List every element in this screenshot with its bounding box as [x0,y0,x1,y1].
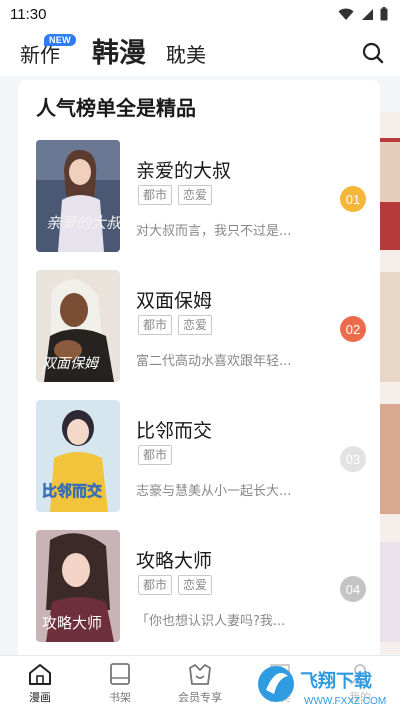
comic-title[interactable]: 攻略大师 [136,546,212,573]
tag[interactable]: 都市 [138,315,173,335]
search-icon[interactable] [360,40,386,66]
comic-title[interactable]: 亲爱的大叔 [136,156,231,183]
rank-item[interactable]: 双面保姆 双面保姆 都市 恋爱 富二代高动水喜欢跟年轻... 02 [36,270,372,382]
rank-badge: 01 [340,186,366,212]
watermark: 飞翔下载 WWW.FXXZ.COM [254,660,400,711]
svg-text:比邻而交: 比邻而交 [42,482,102,500]
tag-list: 都市 [138,445,173,465]
svg-text:双面保姆: 双面保姆 [42,356,100,372]
section-title: 人气榜单全是精品 [36,96,196,120]
tab-hanman[interactable]: 韩漫 [92,31,146,70]
svg-text:攻略大师: 攻略大师 [42,614,102,632]
comic-title[interactable]: 双面保姆 [136,286,212,313]
comic-description: 对大叔而言，我只不过是... [136,224,292,239]
tag[interactable]: 恋爱 [178,575,213,595]
new-badge: NEW [44,34,76,46]
book-icon [110,663,130,685]
rank-badge: 02 [340,316,366,342]
rank-item[interactable]: 比邻而交 比邻而交 都市 志豪与慧美从小一起长大... 03 [36,400,372,512]
tag[interactable]: 都市 [138,575,173,595]
rank-item[interactable]: 亲爱的大叔 亲爱的大叔 都市 恋爱 对大叔而言，我只不过是... 01 [36,140,372,252]
signal-icon [362,8,373,20]
battery-icon [380,7,388,21]
comic-description: 富二代高动水喜欢跟年轻... [136,354,292,369]
rank-item[interactable]: 攻略大师 攻略大师 都市 恋爱 「你也想认识人妻吗?我... 04 [36,530,372,642]
comic-cover[interactable]: 亲爱的大叔 [36,140,120,252]
tab-danmei[interactable]: 耽美 [166,39,206,68]
vip-icon [189,664,211,685]
nav-label: 书架 [109,691,131,704]
svg-text:WWW.FXXZ.COM: WWW.FXXZ.COM [304,696,386,707]
comic-description: 志豪与慧美从小一起长大... [136,484,292,499]
home-icon [29,664,51,685]
wifi-icon [338,8,354,20]
nav-label: 会员专享 [178,691,222,704]
status-time: 11:30 [10,5,47,23]
tag-list: 都市 恋爱 [138,185,213,205]
nav-label: 漫画 [29,691,51,704]
comic-cover[interactable]: 双面保姆 [36,270,120,382]
svg-text:亲爱的大叔: 亲爱的大叔 [46,214,120,232]
status-icons [338,7,388,21]
rank-badge: 03 [340,446,366,472]
comic-cover[interactable]: 比邻而交 [36,400,120,512]
comic-cover[interactable]: 攻略大师 [36,530,120,642]
nav-item-vip[interactable]: 会员专享 [165,662,235,705]
comic-description: 「你也想认识人妻吗?我... [136,614,286,629]
watermark-logo: 飞翔下载 WWW.FXXZ.COM [254,660,400,711]
tag[interactable]: 都市 [138,185,173,205]
ranking-card: 人气榜单全是精品 亲爱的大叔 亲爱的大叔 都市 恋爱 对大叔而言，我只不过是..… [18,80,380,660]
svg-text:飞翔下载: 飞翔下载 [300,670,372,692]
tag-list: 都市 恋爱 [138,575,213,595]
top-nav: 新作 NEW 韩漫 耽美 [0,28,400,76]
nav-item-bookshelf[interactable]: 书架 [85,662,155,705]
tag-list: 都市 恋爱 [138,315,213,335]
status-bar: 11:30 [0,0,400,28]
comic-title[interactable]: 比邻而交 [136,416,212,443]
tag[interactable]: 恋爱 [178,315,213,335]
nav-item-comics[interactable]: 漫画 [5,662,75,705]
rank-badge: 04 [340,576,366,602]
tag[interactable]: 都市 [138,445,173,465]
tag[interactable]: 恋爱 [178,185,213,205]
